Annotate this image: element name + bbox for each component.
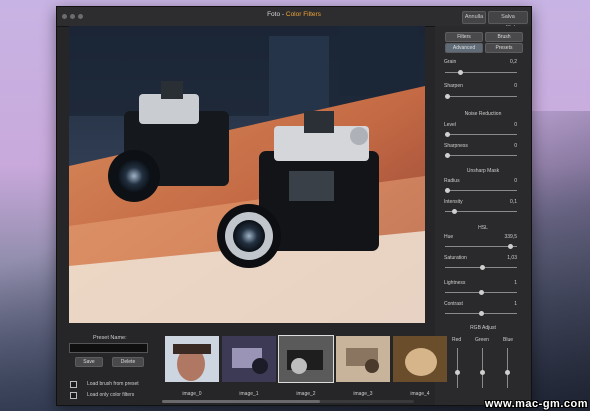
slider-value-hue: 339,5: [504, 234, 517, 240]
blue-slider-knob[interactable]: [505, 370, 510, 375]
save-changes-button[interactable]: Salva modifiche: [488, 11, 528, 31]
slider-value-contrast: 1: [514, 301, 517, 307]
noise-reduction-heading: Noise Reduction: [464, 111, 502, 117]
hue-slider[interactable]: [445, 244, 517, 249]
channel-label-green: Green: [475, 337, 489, 343]
intensity-slider[interactable]: [445, 209, 517, 214]
thumbnail-image-0[interactable]: [165, 336, 219, 382]
slider-label-saturation: Saturation: [444, 255, 467, 261]
slider-label-hue: Hue: [444, 234, 454, 240]
green-slider-knob[interactable]: [480, 370, 485, 375]
tab-presets[interactable]: Presets: [485, 43, 523, 53]
tab-filters[interactable]: Filters: [445, 32, 483, 42]
thumbnail-image-1[interactable]: [222, 336, 276, 382]
contrast-slider-knob[interactable]: [478, 311, 484, 316]
rgb-adjust-heading: RGB Adjust: [470, 325, 496, 331]
thumbnail-image-3[interactable]: [336, 336, 390, 382]
saturation-slider[interactable]: [445, 265, 517, 270]
blue-slider[interactable]: [505, 348, 510, 388]
preset-bar: Preset Name: Save Delete Load brush from…: [57, 323, 447, 405]
grain-slider-knob[interactable]: [458, 70, 464, 75]
thumbnail-label-1: image_1: [239, 391, 259, 397]
slider-label-grain: Grain: [444, 59, 457, 65]
scrollbar-thumb[interactable]: [162, 400, 320, 403]
load-color-checkbox[interactable]: [70, 392, 77, 399]
slider-value-lightness: 1: [514, 280, 517, 286]
cancel-button[interactable]: Annulla: [462, 11, 486, 24]
thumbnail-0-picture: [165, 336, 219, 382]
radius-slider[interactable]: [445, 188, 517, 193]
window-title: Foto - Color Filters: [57, 11, 531, 18]
contrast-slider[interactable]: [445, 311, 517, 316]
sharpness-slider[interactable]: [445, 153, 517, 158]
slider-value-saturation: 1,03: [507, 255, 517, 261]
slider-value-level: 0: [514, 122, 517, 128]
title-accent: Color Filters: [285, 11, 321, 18]
slider-label-intensity: Intensity: [444, 199, 463, 205]
hsl-heading: HSL: [478, 225, 488, 231]
slider-value-sharpness: 0: [514, 143, 517, 149]
thumbnail-label-4: image_4: [410, 391, 430, 397]
thumbnail-label-0: image_0: [182, 391, 202, 397]
lightness-slider[interactable]: [445, 290, 517, 295]
sharpen-slider-knob[interactable]: [445, 94, 450, 99]
channel-label-blue: Blue: [503, 337, 514, 343]
save-preset-button[interactable]: Save: [75, 357, 103, 367]
green-slider[interactable]: [480, 348, 485, 388]
level-slider[interactable]: [445, 132, 517, 137]
thumbnail-image-4[interactable]: [393, 336, 447, 382]
load-brush-checkbox[interactable]: [70, 381, 77, 388]
red-slider[interactable]: [455, 348, 460, 388]
slider-label-level: Level: [444, 122, 456, 128]
red-slider-knob[interactable]: [455, 370, 460, 375]
thumbnail-1-picture: [222, 336, 276, 382]
photo-canvas[interactable]: [69, 26, 425, 323]
thumbnail-label-3: image_3: [353, 391, 373, 397]
thumbnail-2-picture: [279, 336, 333, 382]
hue-slider-knob[interactable]: [507, 244, 513, 249]
load-color-label: Load only color filters: [87, 392, 135, 398]
unsharp-mask-heading: Unsharp Mask: [466, 168, 500, 174]
thumbnail-image-2[interactable]: [278, 335, 334, 383]
slider-value-intensity: 0,1: [510, 199, 517, 205]
slider-value-grain: 0,2: [510, 59, 517, 65]
title-prefix: Foto -: [267, 11, 286, 18]
slider-value-sharpen: 0: [514, 83, 517, 89]
sharpness-slider-knob[interactable]: [445, 153, 450, 158]
watermark: www.mac-gm.com: [484, 398, 588, 410]
tab-brush[interactable]: Brush: [485, 32, 523, 42]
adjustments-panel: Filters Brush Advanced Presets Grain 0,2…: [435, 26, 531, 405]
preset-name-input[interactable]: [69, 343, 148, 353]
slider-label-sharpness: Sharpness: [444, 143, 468, 149]
app-window: Foto - Color Filters Annulla Salva modif…: [56, 6, 532, 406]
thumbnail-label-2: image_2: [296, 391, 316, 397]
delete-preset-button[interactable]: Delete: [112, 357, 144, 367]
slider-value-radius: 0: [514, 178, 517, 184]
preset-name-label: Preset Name:: [93, 335, 127, 341]
load-brush-label: Load brush from preset: [87, 381, 139, 387]
thumbnail-scrollbar[interactable]: [162, 400, 414, 403]
slider-label-radius: Radius: [444, 178, 460, 184]
channel-label-red: Red: [452, 337, 462, 343]
intensity-slider-knob[interactable]: [451, 209, 457, 214]
level-slider-knob[interactable]: [445, 132, 450, 137]
sharpen-slider[interactable]: [445, 94, 517, 99]
saturation-slider-knob[interactable]: [479, 265, 485, 270]
thumbnail-3-picture: [336, 336, 390, 382]
slider-label-lightness: Lightness: [444, 280, 466, 286]
grain-slider[interactable]: [445, 70, 517, 75]
title-bar: Foto - Color Filters Annulla Salva modif…: [57, 7, 531, 31]
slider-label-contrast: Contrast: [444, 301, 463, 307]
thumbnail-4-picture: [393, 336, 447, 382]
slider-label-sharpen: Sharpen: [444, 83, 463, 89]
tab-advanced[interactable]: Advanced: [445, 43, 483, 53]
radius-slider-knob[interactable]: [445, 188, 450, 193]
photo-image: [69, 26, 425, 323]
lightness-slider-knob[interactable]: [478, 290, 484, 295]
